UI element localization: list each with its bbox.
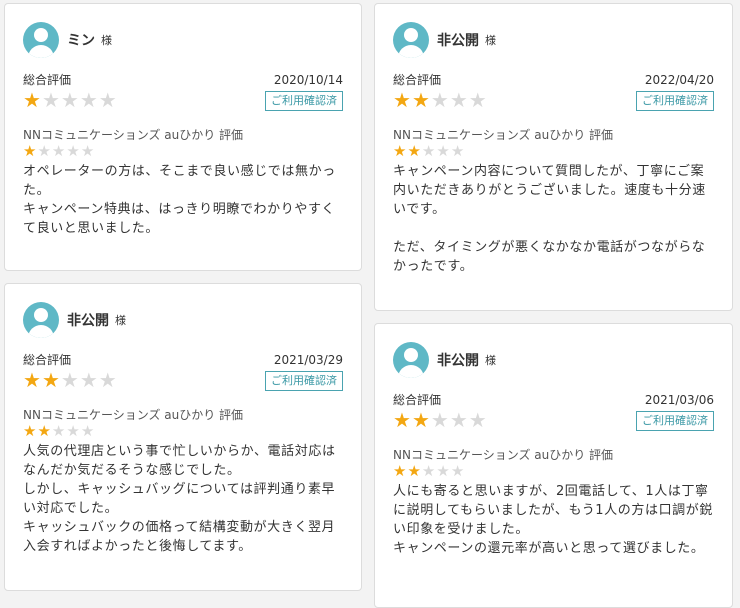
star-empty-icon: ★ [436, 142, 451, 160]
overall-stars: ★★★★★ [23, 369, 343, 391]
star-empty-icon: ★ [79, 368, 99, 392]
star-empty-icon: ★ [430, 88, 450, 112]
star-empty-icon: ★ [450, 462, 466, 480]
star-filled-icon: ★ [407, 142, 422, 160]
overall-rating-label: 総合評価 [23, 73, 72, 87]
star-empty-icon: ★ [421, 142, 437, 160]
reviewer-header: ミン 様 [23, 20, 343, 60]
star-empty-icon: ★ [98, 368, 118, 392]
star-filled-icon: ★ [37, 422, 52, 440]
review-card-inner: 非公開 様 総合評価 2021/03/06 ご利用確認済 ★★★★★ NNコミュ… [375, 324, 732, 572]
reviewer-header: 非公開 様 [393, 20, 714, 60]
star-empty-icon: ★ [468, 88, 488, 112]
honorific: 様 [101, 34, 112, 47]
star-empty-icon: ★ [449, 408, 469, 432]
star-empty-icon: ★ [430, 408, 450, 432]
star-empty-icon: ★ [80, 142, 96, 160]
star-filled-icon: ★ [393, 408, 412, 432]
review-date: 2021/03/29 [273, 353, 343, 367]
review-card: ミン 様 総合評価 2020/10/14 ご利用確認済 ★★★★★ NNコミュニ… [4, 3, 362, 271]
reviewer-name: ミン [67, 33, 95, 49]
star-empty-icon: ★ [436, 462, 451, 480]
service-rating-label: NNコミュニケーションズ auひかり 評価 [23, 408, 244, 422]
star-filled-icon: ★ [23, 422, 38, 440]
star-filled-icon: ★ [23, 368, 42, 392]
review-text: オペレーターの方は、そこまで良い感じでは無かった。 キャンペーン特典は、はっきり明… [23, 162, 343, 238]
overall-rating-label: 総合評価 [23, 353, 72, 367]
review-text: 人にも寄ると思いますが、2回電話して、1人は丁寧に説明してもらいましたが、もう1… [393, 482, 714, 558]
star-filled-icon: ★ [411, 408, 431, 432]
review-paragraph: キャンペーン特典は、はっきり明瞭でわかりやすくて良いと思いました。 [23, 202, 336, 236]
review-paragraph: 人気の代理店という事で忙しいからか、電話対応はなんだか気だるそうな感じでした。 [23, 444, 336, 478]
overall-rating-label: 総合評価 [393, 393, 442, 407]
service-stars: ★★★★★ [23, 423, 343, 439]
review-date: 2021/03/06 [644, 393, 714, 407]
star-empty-icon: ★ [51, 422, 67, 440]
review-text: 人気の代理店という事で忙しいからか、電話対応はなんだか気だるそうな感じでした。し… [23, 442, 343, 556]
review-date: 2022/04/20 [644, 73, 714, 87]
review-card-inner: ミン 様 総合評価 2020/10/14 ご利用確認済 ★★★★★ NNコミュニ… [5, 4, 361, 252]
star-empty-icon: ★ [450, 142, 466, 160]
review-card: 非公開 様 総合評価 2022/04/20 ご利用確認済 ★★★★★ NNコミュ… [374, 3, 733, 311]
honorific: 様 [485, 354, 496, 367]
star-filled-icon: ★ [393, 142, 408, 160]
star-empty-icon: ★ [66, 142, 81, 160]
review-card-inner: 非公開 様 総合評価 2022/04/20 ご利用確認済 ★★★★★ NNコミュ… [375, 4, 732, 290]
star-empty-icon: ★ [51, 142, 67, 160]
review-paragraph: キャッシュバックの価格って結構変動が大きく翌月入会すればよかったと後悔してます。 [23, 520, 336, 554]
service-stars: ★★★★★ [393, 463, 714, 479]
review-card: 非公開 様 総合評価 2021/03/06 ご利用確認済 ★★★★★ NNコミュ… [374, 323, 733, 608]
user-avatar-icon [393, 342, 429, 378]
service-rating-label: NNコミュニケーションズ auひかり 評価 [393, 128, 614, 142]
star-filled-icon: ★ [407, 462, 422, 480]
user-avatar-icon [23, 302, 59, 338]
star-empty-icon: ★ [98, 88, 118, 112]
star-filled-icon: ★ [393, 88, 412, 112]
star-empty-icon: ★ [41, 88, 61, 112]
review-paragraph: 人にも寄ると思いますが、2回電話して、1人は丁寧に説明してもらいましたが、もう1… [393, 484, 713, 537]
star-filled-icon: ★ [41, 368, 61, 392]
star-empty-icon: ★ [449, 88, 469, 112]
overall-stars: ★★★★★ [393, 89, 714, 111]
review-paragraph: ただ、タイミングが悪くなかなか電話がつながらなかったです。 [393, 240, 706, 274]
overall-rating-label: 総合評価 [393, 73, 442, 87]
review-paragraph [393, 219, 714, 238]
star-filled-icon: ★ [393, 462, 408, 480]
review-paragraph: オペレーターの方は、そこまで良い感じでは無かった。 [23, 164, 336, 198]
reviewer-name: 非公開 [437, 33, 479, 49]
review-paragraph: キャンペーンの還元率が高いと思って選びました。 [393, 541, 705, 556]
star-empty-icon: ★ [66, 422, 81, 440]
review-paragraph: キャンペーン内容について質問したが、丁寧にご案内いただきありがとうございました。… [393, 164, 706, 217]
reviewer-name: 非公開 [67, 313, 109, 329]
star-filled-icon: ★ [23, 88, 42, 112]
review-card: 非公開 様 総合評価 2021/03/29 ご利用確認済 ★★★★★ NNコミュ… [4, 283, 362, 591]
star-empty-icon: ★ [60, 368, 80, 392]
star-empty-icon: ★ [468, 408, 488, 432]
star-empty-icon: ★ [79, 88, 99, 112]
service-rating-label: NNコミュニケーションズ auひかり 評価 [23, 128, 244, 142]
review-paragraph: しかし、キャッシュバッグについては評判通り素早い対応でした。 [23, 482, 336, 516]
review-date: 2020/10/14 [273, 73, 343, 87]
service-stars: ★★★★★ [393, 143, 714, 159]
service-stars: ★★★★★ [23, 143, 343, 159]
user-avatar-icon [393, 22, 429, 58]
honorific: 様 [115, 314, 126, 327]
star-filled-icon: ★ [411, 88, 431, 112]
star-filled-icon: ★ [23, 142, 38, 160]
overall-stars: ★★★★★ [23, 89, 343, 111]
user-avatar-icon [23, 22, 59, 58]
review-card-inner: 非公開 様 総合評価 2021/03/29 ご利用確認済 ★★★★★ NNコミュ… [5, 284, 361, 570]
star-empty-icon: ★ [60, 88, 80, 112]
service-rating-label: NNコミュニケーションズ auひかり 評価 [393, 448, 614, 462]
reviewer-name: 非公開 [437, 353, 479, 369]
star-empty-icon: ★ [421, 462, 437, 480]
reviewer-header: 非公開 様 [23, 300, 343, 340]
overall-stars: ★★★★★ [393, 409, 714, 431]
star-empty-icon: ★ [37, 142, 52, 160]
star-empty-icon: ★ [80, 422, 96, 440]
review-text: キャンペーン内容について質問したが、丁寧にご案内いただきありがとうございました。… [393, 162, 714, 276]
honorific: 様 [485, 34, 496, 47]
reviewer-header: 非公開 様 [393, 340, 714, 380]
